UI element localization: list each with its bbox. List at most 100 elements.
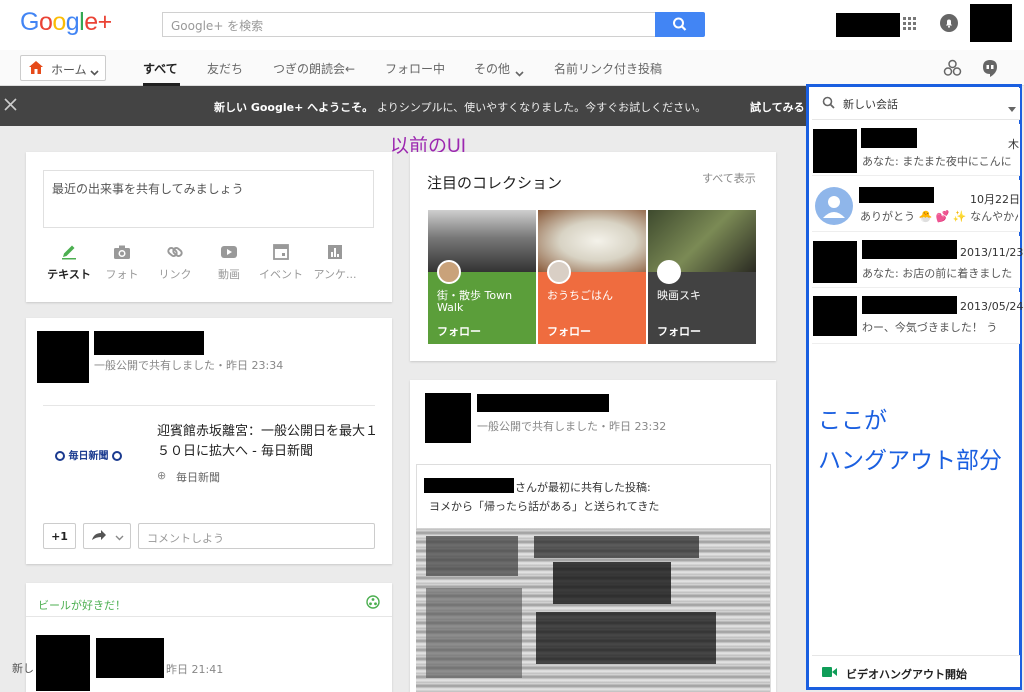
collection-tile[interactable]: 街・散歩 Town Walk フォロー bbox=[428, 210, 536, 344]
follow-button[interactable]: フォロー bbox=[547, 323, 591, 339]
share-arrow-icon bbox=[92, 530, 106, 540]
post-meta: 一般公開で共有しました・昨日 23:32 bbox=[477, 420, 667, 433]
collections-view-all[interactable]: すべて表示 bbox=[702, 170, 756, 186]
conversation-name bbox=[859, 187, 934, 203]
annotation-line: ハングアウト部分 bbox=[818, 447, 1002, 473]
follow-button[interactable]: フォロー bbox=[657, 323, 701, 339]
share-chevron-icon[interactable] bbox=[115, 530, 124, 544]
tab-friends[interactable]: 友だち bbox=[207, 60, 243, 77]
community-icon bbox=[366, 595, 380, 612]
original-author-name[interactable] bbox=[424, 478, 514, 493]
conversation-date: 10月22日 bbox=[970, 193, 1020, 206]
compose-text-action[interactable]: テキスト bbox=[44, 244, 94, 282]
community-post-author[interactable] bbox=[96, 638, 164, 678]
compose-photo-action[interactable]: フォト bbox=[97, 244, 147, 282]
shared-text: ヨメから「帰ったら話がある」と送られてきた bbox=[429, 500, 660, 513]
shared-circles-icon[interactable] bbox=[943, 59, 962, 80]
hangouts-icon[interactable] bbox=[982, 59, 998, 82]
divider bbox=[43, 405, 375, 406]
mainichi-logo: 毎日新聞 bbox=[55, 447, 122, 462]
collection-tile[interactable]: 映画スキ フォロー bbox=[648, 210, 756, 344]
follow-button[interactable]: フォロー bbox=[437, 323, 481, 339]
google-plus-logo[interactable]: Google+ bbox=[20, 8, 112, 37]
conversation-name bbox=[862, 296, 957, 314]
tab-more[interactable]: その他 bbox=[474, 60, 510, 77]
post-author-avatar[interactable] bbox=[425, 393, 471, 443]
collection-name: 映画スキ bbox=[657, 289, 701, 302]
link-title[interactable]: 迎賓館赤坂離宮：一般公開日を最大１５０日に拡大へ - 毎日新聞 bbox=[157, 422, 379, 462]
flyer-photo-block bbox=[426, 588, 522, 678]
chevron-down-icon bbox=[90, 65, 99, 79]
conversation-snippet: わー、今気づきました！ う bbox=[862, 321, 998, 334]
collection-name: 街・散歩 Town Walk bbox=[437, 289, 513, 314]
conversation-snippet: あなた: またまた夜中にこんに bbox=[862, 155, 1012, 168]
close-icon[interactable] bbox=[4, 98, 17, 114]
flyer-photo-block bbox=[534, 536, 699, 558]
redacted-username bbox=[836, 13, 900, 37]
avatar[interactable] bbox=[970, 4, 1012, 42]
plus-one-button[interactable]: +1 bbox=[43, 523, 76, 549]
conversation-name bbox=[862, 240, 957, 259]
tab-named-links[interactable]: 名前リンク付き投稿 bbox=[554, 60, 662, 77]
flyer-photo-block bbox=[426, 536, 518, 576]
collection-tile[interactable]: おうちごはん フォロー bbox=[538, 210, 646, 344]
mainichi-logo-mark bbox=[111, 451, 122, 461]
start-video-hangout-button[interactable]: ビデオハングアウト開始 bbox=[846, 666, 967, 682]
mainichi-logo-mark bbox=[55, 451, 65, 461]
collection-avatar bbox=[547, 260, 571, 284]
compose-input[interactable]: 最近の出来事を共有してみましょう bbox=[43, 170, 374, 228]
collection-name: おうちごはん bbox=[547, 289, 613, 302]
new-conversation-label[interactable]: 新しい会話 bbox=[843, 96, 898, 112]
compose-video-action[interactable]: 動画 bbox=[204, 244, 254, 282]
flyer-photo-block bbox=[536, 612, 716, 664]
banner-text: よりシンプルに、使いやすくなりました。今すぐお試しください。 bbox=[377, 101, 707, 114]
link-source[interactable]: 毎日新聞 bbox=[176, 469, 220, 485]
video-play-icon bbox=[221, 246, 237, 258]
camera-icon bbox=[114, 245, 130, 259]
compose-video-label: 動画 bbox=[218, 268, 240, 281]
community-post-avatar[interactable] bbox=[36, 635, 90, 691]
link-icon bbox=[167, 247, 183, 257]
tab-all[interactable]: すべて bbox=[143, 60, 178, 77]
conversation-date: 木 bbox=[1008, 138, 1019, 151]
tab-next-reading[interactable]: つぎの朗読会← bbox=[273, 60, 355, 77]
community-post-meta: 昨日 21:41 bbox=[166, 663, 224, 676]
compose-event-label: イベント bbox=[259, 268, 303, 281]
divider bbox=[26, 616, 392, 617]
conversation-avatar bbox=[813, 296, 857, 336]
shared-from-label: さんが最初に共有した投稿: bbox=[515, 481, 651, 494]
post-author-avatar[interactable] bbox=[37, 331, 89, 383]
compose-photo-label: フォト bbox=[105, 268, 139, 281]
collections-title: 注目のコレクション bbox=[427, 174, 563, 192]
more-chevron-icon bbox=[515, 66, 524, 80]
conversation-avatar bbox=[813, 241, 857, 283]
compose-link-action[interactable]: リンク bbox=[150, 244, 200, 282]
dropdown-caret-icon[interactable] bbox=[1008, 101, 1016, 115]
conversation-snippet: ありがとう 🐣 💕 ✨ なんやかん bbox=[860, 210, 1018, 223]
flyer-photo[interactable] bbox=[416, 528, 770, 692]
link-source-icon: ⊕ bbox=[157, 469, 167, 482]
try-now-link[interactable]: 試してみる bbox=[750, 99, 806, 115]
community-title[interactable]: ビールが好きだ！ bbox=[38, 597, 126, 613]
comment-input[interactable]: コメントしよう bbox=[138, 523, 375, 549]
collection-footer: 映画スキ フォロー bbox=[648, 260, 756, 344]
tab-following[interactable]: フォロー中 bbox=[385, 60, 445, 77]
post-meta: 一般公開で共有しました・昨日 23:34 bbox=[94, 359, 284, 372]
compose-poll-action[interactable]: アンケ... bbox=[310, 244, 360, 282]
conversation-date: 2013/11/23 bbox=[960, 246, 1024, 259]
search-input[interactable]: Google+ を検索 bbox=[162, 12, 655, 37]
home-icon bbox=[28, 60, 44, 78]
community-text-prefix: 新し bbox=[12, 662, 34, 675]
notifications-bell-icon[interactable] bbox=[940, 14, 958, 35]
banner-title: 新しい Google+ へようこそ。 bbox=[214, 101, 374, 114]
home-label: ホーム bbox=[51, 63, 87, 77]
post-author-name[interactable] bbox=[477, 394, 609, 412]
collection-footer: 街・散歩 Town Walk フォロー bbox=[428, 260, 536, 344]
conversation-avatar bbox=[813, 129, 857, 173]
compose-event-action[interactable]: イベント bbox=[256, 244, 306, 282]
search-button[interactable] bbox=[655, 12, 705, 37]
apps-grid-icon[interactable] bbox=[903, 17, 917, 34]
collection-footer: おうちごはん フォロー bbox=[538, 260, 646, 344]
post-author-name[interactable] bbox=[94, 331, 204, 355]
conversation-name bbox=[861, 128, 917, 148]
